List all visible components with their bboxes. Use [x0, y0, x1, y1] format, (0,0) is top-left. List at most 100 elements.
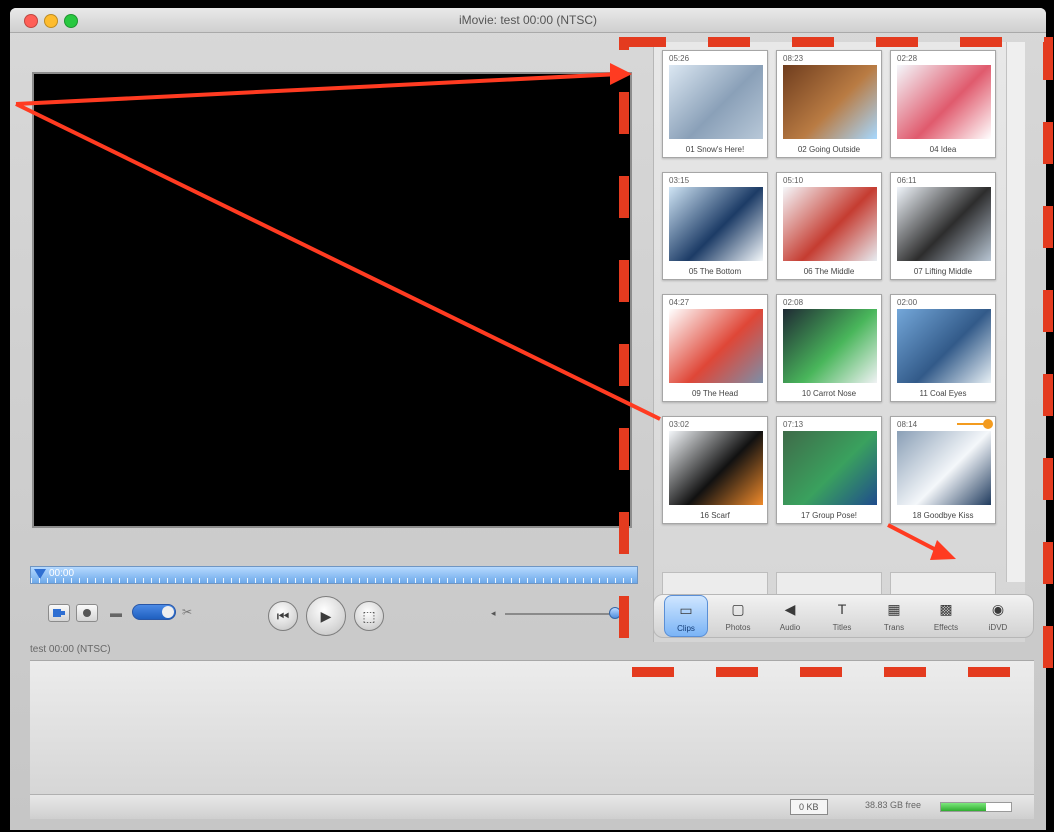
clip-duration: 02:08: [783, 298, 804, 307]
clip-duration: 02:28: [897, 54, 918, 63]
clip-title: 04 Idea: [929, 145, 957, 154]
clip-thumbnail[interactable]: 08:23 02 Going Outside: [776, 50, 882, 158]
clip-title: 05 The Bottom: [688, 267, 742, 276]
tab-trans[interactable]: ▦ Trans: [872, 595, 916, 637]
monitor-viewer: [32, 72, 632, 528]
clip-title: 17 Group Pose!: [800, 511, 858, 520]
scrubber-bar[interactable]: 00:00: [30, 566, 638, 584]
clip-preview: [897, 309, 991, 383]
clip-duration: 08:23: [783, 54, 804, 63]
pane-tabs: ▭ Clips ▢ Photos ◀ Audio T Titles ▦ Trans ▩ Effects…: [653, 594, 1034, 638]
clip-preview: [897, 431, 991, 505]
clip-duration: 04:27: [669, 298, 690, 307]
toggle-knob: [162, 606, 174, 618]
bottom-bar: 0 KB 38.83 GB free: [30, 794, 1034, 819]
clip-duration: 08:14: [897, 420, 918, 429]
tab-label: Titles: [832, 623, 852, 632]
fullscreen-button[interactable]: ⬚: [354, 601, 384, 631]
tab-label: Photos: [725, 623, 751, 632]
trash-size[interactable]: 0 KB: [790, 799, 828, 815]
clip-thumbnail[interactable]: 05:10 06 The Middle: [776, 172, 882, 280]
clip-thumbnail[interactable]: 03:02 16 Scarf: [662, 416, 768, 524]
clip-thumbnail[interactable]: 02:08 10 Carrot Nose: [776, 294, 882, 402]
clip-thumbnail[interactable]: 05:26 01 Snow's Here!: [662, 50, 768, 158]
edit-mode-button[interactable]: [76, 604, 98, 622]
clip-title: 02 Going Outside: [797, 145, 861, 154]
clip-pane-scrollbar[interactable]: [1006, 42, 1025, 582]
clip-icon: ▬: [110, 606, 122, 620]
clip-duration: 06:11: [897, 176, 917, 185]
playback-controls: ▬ ✂ ⏮ ▶ ⬚ ◂: [30, 596, 640, 636]
tab-effects[interactable]: ▩ Effects: [924, 595, 968, 637]
scrubber-ticks: [31, 578, 637, 583]
camera-mode-button[interactable]: [48, 604, 70, 622]
imovie-window: iMovie: test 00:00 (NTSC) 00:00 ▬ ✂ ⏮ ▶: [10, 8, 1046, 830]
clip-title: 07 Lifting Middle: [913, 267, 973, 276]
disk-space-fill: [941, 803, 986, 811]
photos-icon: ▢: [731, 601, 745, 617]
clip-preview: [783, 187, 877, 261]
tab-audio[interactable]: ◀ Audio: [768, 595, 812, 637]
clip-duration: 02:00: [897, 298, 918, 307]
clip-title: 18 Goodbye Kiss: [912, 511, 974, 520]
timeline[interactable]: [30, 660, 1034, 795]
disk-space-bar: [940, 802, 1012, 812]
edit-mode-toggle[interactable]: [132, 604, 176, 620]
clip-title: 10 Carrot Nose: [801, 389, 857, 398]
clip-thumbnail[interactable]: 02:28 04 Idea: [890, 50, 996, 158]
clip-thumbnail[interactable]: 08:14 18 Goodbye Kiss: [890, 416, 996, 524]
clip-thumbnail[interactable]: 02:00 11 Coal Eyes: [890, 294, 996, 402]
edit-mode-icon: [83, 609, 91, 617]
tab-label: Audio: [779, 623, 801, 632]
clip-preview: [783, 65, 877, 139]
clip-grid: 05:26 01 Snow's Here! 08:23 02 Going Outsid…: [662, 50, 1002, 570]
scissors-icon: ✂: [182, 605, 193, 619]
tab-label: iDVD: [988, 623, 1008, 632]
titles-icon: T: [837, 601, 847, 617]
free-space: 38.83 GB free: [865, 800, 922, 810]
clip-title: 16 Scarf: [700, 511, 730, 520]
clip-preview: [783, 309, 877, 383]
clip-thumbnail[interactable]: 03:15 05 The Bottom: [662, 172, 768, 280]
clip-preview: [897, 65, 991, 139]
clip-thumbnail[interactable]: 04:27 09 The Head: [662, 294, 768, 402]
clip-title: 01 Snow's Here!: [685, 145, 745, 154]
volume-slider[interactable]: [505, 613, 625, 615]
clip-preview: [669, 187, 763, 261]
tab-label: Clips: [677, 624, 695, 633]
clip-thumbnail[interactable]: 06:11 07 Lifting Middle: [890, 172, 996, 280]
effects-icon: ▩: [939, 601, 953, 617]
clip-title: 06 The Middle: [803, 267, 855, 276]
window-title: iMovie: test 00:00 (NTSC): [458, 13, 598, 27]
rewind-icon: ⏮: [276, 607, 290, 624]
tab-label: Effects: [933, 623, 959, 632]
play-icon: ▶: [320, 607, 332, 624]
clip-preview: [669, 309, 763, 383]
clips-icon: ▭: [679, 602, 693, 618]
clip-duration: 03:02: [669, 420, 690, 429]
tab-titles[interactable]: T Titles: [820, 595, 864, 637]
clip-title: 09 The Head: [691, 389, 739, 398]
idvd-icon: ◉: [991, 601, 1005, 617]
play-button[interactable]: ▶: [306, 596, 346, 636]
clip-duration: 03:15: [669, 176, 690, 185]
tab-photos[interactable]: ▢ Photos: [716, 595, 760, 637]
camera-mode-icon: [53, 609, 65, 617]
clip-duration: 07:13: [783, 420, 804, 429]
tab-idvd[interactable]: ◉ iDVD: [976, 595, 1020, 637]
rewind-button[interactable]: ⏮: [268, 601, 298, 631]
tab-label: Trans: [883, 623, 905, 632]
volume-knob[interactable]: [609, 607, 622, 619]
clip-pane: 05:26 01 Snow's Here! 08:23 02 Going Outsid…: [653, 42, 1025, 642]
clip-preview: [783, 431, 877, 505]
transitions-icon: ▦: [887, 601, 901, 617]
clip-preview: [669, 65, 763, 139]
clip-preview: [669, 431, 763, 505]
title-bar[interactable]: iMovie: test 00:00 (NTSC): [10, 8, 1046, 33]
clip-title: 11 Coal Eyes: [919, 389, 967, 398]
clip-preview: [897, 187, 991, 261]
clip-range-marker[interactable]: [983, 419, 993, 429]
audio-icon: ◀: [784, 601, 796, 617]
clip-thumbnail[interactable]: 07:13 17 Group Pose!: [776, 416, 882, 524]
tab-clips[interactable]: ▭ Clips: [664, 595, 708, 637]
